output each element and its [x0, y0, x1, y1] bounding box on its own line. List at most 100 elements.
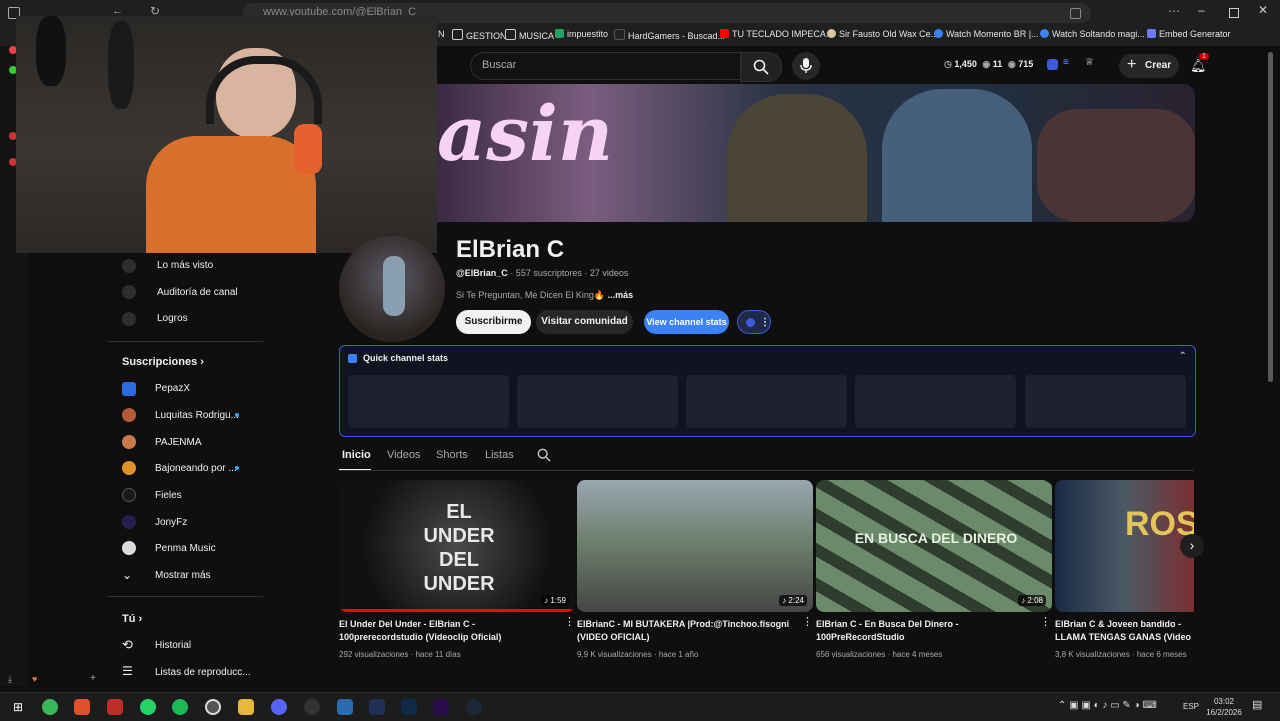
- sidebar-item-logros[interactable]: Logros: [157, 313, 188, 324]
- channel-search-button[interactable]: [537, 448, 551, 462]
- subscription-pajenma[interactable]: PAJENMA: [155, 437, 202, 448]
- notification-center-icon[interactable]: ▤: [1252, 698, 1262, 711]
- tab-shorts[interactable]: Shorts: [436, 449, 468, 461]
- view-channel-stats-button[interactable]: View channel stats: [644, 310, 729, 334]
- bookmark-gestion[interactable]: GESTION: [452, 29, 507, 41]
- taskbar-app-icon[interactable]: [369, 699, 385, 715]
- taskbar-app-icon[interactable]: [107, 699, 123, 715]
- video-title[interactable]: El Under Del Under - ElBrian C - 100prer…: [339, 618, 561, 644]
- bookmark-embed[interactable]: Embed Generator: [1147, 29, 1231, 39]
- voice-search-button[interactable]: [792, 52, 820, 80]
- subscription-jonyfz[interactable]: JonyFz: [155, 517, 187, 528]
- subscriptions-heading[interactable]: Suscripciones ›: [122, 356, 204, 368]
- keyboard-language[interactable]: ESP: [1183, 702, 1199, 711]
- browser-icon[interactable]: [205, 699, 221, 715]
- discord-icon[interactable]: [271, 699, 287, 715]
- video-title[interactable]: ElBrian C & Joveen bandido - LLAMA TENGA…: [1055, 618, 1194, 644]
- subscription-fieles[interactable]: Fieles: [155, 490, 182, 501]
- file-explorer-icon[interactable]: [238, 699, 254, 715]
- sidebar-item-listas[interactable]: Listas de reproducc...: [155, 667, 251, 678]
- channel-avatar[interactable]: [339, 236, 445, 342]
- bookmark-sir-fausto[interactable]: Sir Fausto Old Wax Ce...: [827, 29, 938, 39]
- tab-videos[interactable]: Videos: [387, 449, 420, 461]
- extension-icon[interactable]: [1047, 59, 1058, 70]
- start-icon[interactable]: ⊞: [10, 699, 26, 715]
- extension-menu-button[interactable]: ⋮: [737, 310, 771, 334]
- show-more-button[interactable]: ⌄: [122, 568, 132, 582]
- subscription-bajoneando[interactable]: Bajoneando por ...: [155, 463, 237, 474]
- notifications-button[interactable]: 🔔︎ 1: [1190, 53, 1209, 73]
- minimize-icon[interactable]: –: [1198, 3, 1205, 17]
- bookmark-soltando[interactable]: Watch Soltando magi...: [1040, 29, 1145, 39]
- more-link[interactable]: ...más: [608, 290, 634, 300]
- carousel-next-button[interactable]: ›: [1180, 534, 1204, 558]
- subscription-luquitas[interactable]: Luquitas Rodrigu...: [155, 410, 239, 421]
- taskbar-app-icon[interactable]: [304, 699, 320, 715]
- subscription-penma-music[interactable]: Penma Music: [155, 543, 216, 554]
- page-scrollbar[interactable]: [1268, 52, 1273, 382]
- you-heading[interactable]: Tú ›: [122, 613, 142, 625]
- stat-card: [1025, 375, 1186, 428]
- sidebar-item-auditoria[interactable]: Auditoría de canal: [157, 287, 238, 298]
- webcam-overlay: [16, 16, 437, 253]
- sidebar-item-lo-mas-visto[interactable]: Lo más visto: [157, 260, 213, 271]
- bookmark-impuestito[interactable]: impuestito: [555, 29, 608, 39]
- visit-community-button[interactable]: Visitar comunidad: [536, 310, 633, 334]
- channel-handle: @ElBrian_C: [456, 268, 508, 278]
- whatsapp-icon[interactable]: [140, 699, 156, 715]
- search-button[interactable]: [740, 52, 782, 82]
- trophy-icon[interactable]: ♕: [1085, 57, 1094, 68]
- new-content-dot: [235, 466, 239, 470]
- video-thumbnail[interactable]: EL UNDER DEL UNDER ♪ 1:59: [339, 480, 575, 612]
- folder-icon: [505, 29, 516, 40]
- close-icon[interactable]: ✕: [1258, 3, 1268, 17]
- tab-icon[interactable]: [1070, 8, 1081, 19]
- premiere-icon[interactable]: [433, 699, 449, 715]
- stat-card: [348, 375, 509, 428]
- video-thumbnail[interactable]: EN BUSCA DEL DINERO ♪ 2:08: [816, 480, 1052, 612]
- add-icon[interactable]: +: [90, 673, 96, 684]
- video-title[interactable]: ElBrianC - MI BUTAKERA |Prod:@Tinchoo.fi…: [577, 618, 799, 644]
- clock[interactable]: 03:02 16/2/2026: [1204, 696, 1244, 718]
- maximize-icon[interactable]: [1229, 8, 1239, 18]
- channel-name: ElBrian C: [456, 236, 565, 263]
- bookmark-hardgamers[interactable]: HardGamers - Buscad...: [614, 29, 725, 41]
- channel-description[interactable]: Si Te Preguntan, Me Dicen El King🔥 ...má…: [456, 290, 633, 301]
- thumbnail-art-text: EL UNDER DEL UNDER: [423, 501, 495, 595]
- create-button[interactable]: + Crear: [1119, 54, 1179, 78]
- steam-icon[interactable]: [466, 699, 482, 715]
- video-menu-icon[interactable]: ⋮: [802, 615, 813, 628]
- clock-icon: ◷: [944, 59, 952, 69]
- subscription-pepazx[interactable]: PepazX: [155, 383, 190, 394]
- video-menu-icon[interactable]: ⋮: [564, 615, 575, 628]
- show-more-label[interactable]: Mostrar más: [155, 570, 211, 581]
- tabs-divider: [339, 470, 1194, 471]
- search-input[interactable]: Buscar: [470, 52, 742, 80]
- tab-listas[interactable]: Listas: [485, 449, 514, 461]
- banner-person: [882, 89, 1032, 222]
- photoshop-icon[interactable]: [401, 699, 417, 715]
- heart-icon[interactable]: ♥: [32, 674, 37, 684]
- bookmark-momento[interactable]: Watch Momento BR |...: [934, 29, 1039, 39]
- taskbar-app-icon[interactable]: [74, 699, 90, 715]
- bookmark-teclado[interactable]: TU TECLADO IMPECA...: [720, 29, 833, 39]
- taskbar-app-icon[interactable]: [337, 699, 353, 715]
- video-thumbnail[interactable]: ROSA: [1055, 480, 1194, 612]
- taskbar-app-icon[interactable]: [42, 699, 58, 715]
- list-icon[interactable]: ≡: [1063, 57, 1069, 68]
- chevron-right-icon: ›: [200, 356, 204, 368]
- collapse-icon[interactable]: ⌃: [1179, 351, 1187, 362]
- subscribe-button[interactable]: Suscribirme: [456, 310, 531, 334]
- guitar-image: [108, 21, 134, 109]
- download-icon[interactable]: ⤓: [8, 674, 12, 685]
- spotify-icon[interactable]: [172, 699, 188, 715]
- video-menu-icon[interactable]: ⋮: [1040, 615, 1051, 628]
- tab-inicio[interactable]: Inicio: [342, 449, 371, 461]
- realtime-stats[interactable]: ◷ 1,450 ◉ 11 ◉ 715: [944, 59, 1033, 70]
- bookmark-musica[interactable]: MUSICA: [505, 29, 554, 41]
- video-title[interactable]: ElBrian C - En Busca Del Dinero - 100Pre…: [816, 618, 1038, 644]
- menu-dots-icon[interactable]: ⋯: [1168, 4, 1180, 18]
- video-thumbnail[interactable]: ♪ 2:24: [577, 480, 813, 612]
- tray-icons[interactable]: ⌃ ▣ ▣ ◐ ♪ ▭ ✎ ◑ ⌨: [1058, 700, 1157, 711]
- sidebar-item-historial[interactable]: Historial: [155, 640, 191, 651]
